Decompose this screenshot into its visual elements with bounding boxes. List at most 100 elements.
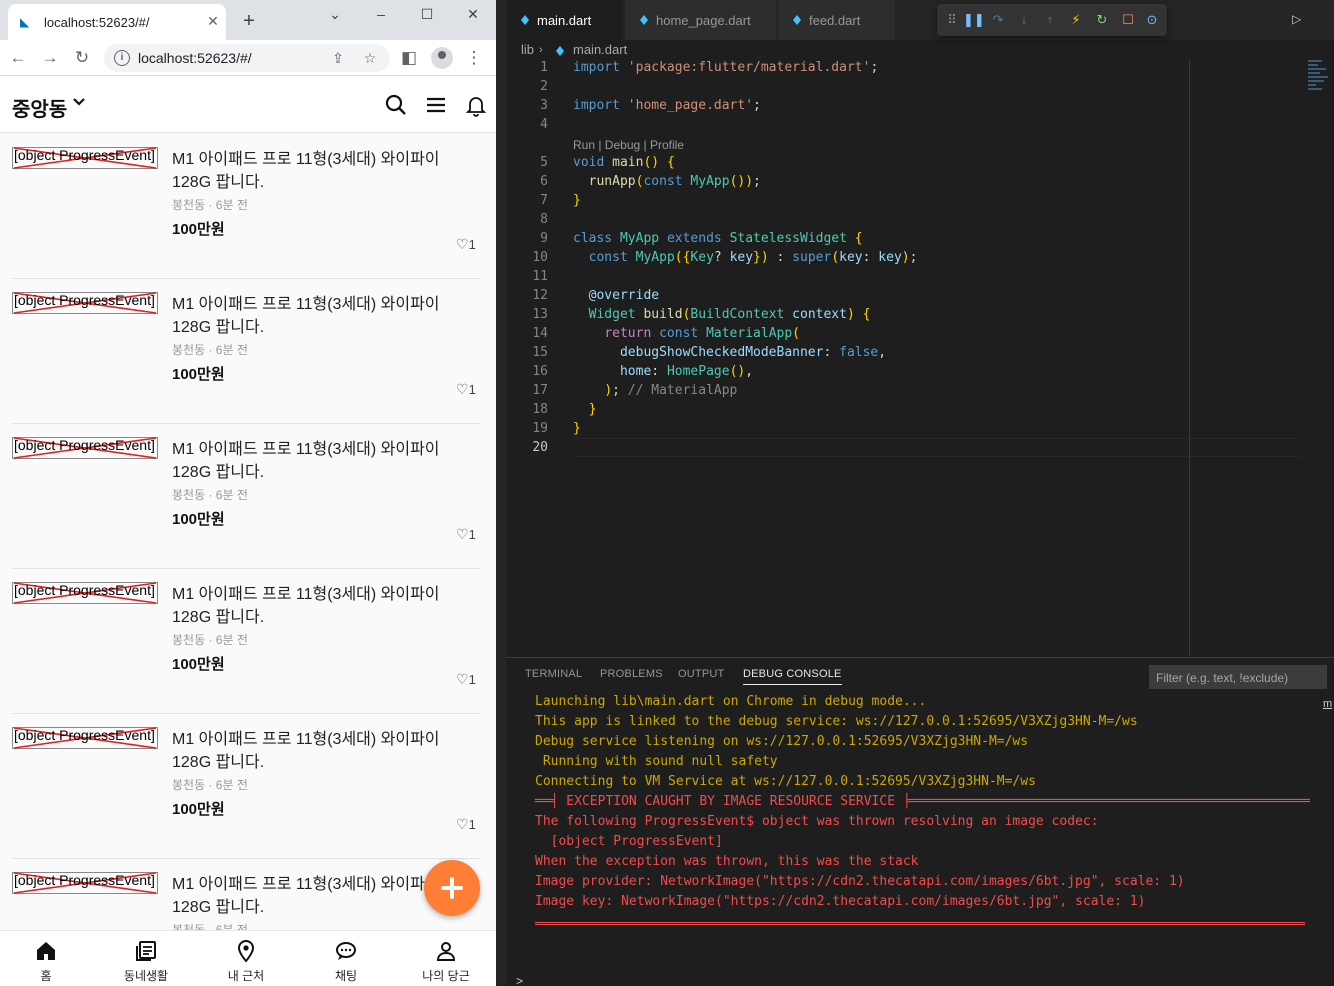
nav-label: 채팅 bbox=[334, 969, 358, 983]
url-text[interactable]: localhost:52623/#/ bbox=[138, 50, 252, 66]
code-line[interactable]: Widget build(BuildContext context) { bbox=[573, 307, 871, 322]
maximize-button[interactable]: ☐ bbox=[412, 2, 442, 26]
like-count[interactable]: ♡1 bbox=[456, 236, 476, 253]
console-prompt[interactable]: > bbox=[516, 974, 523, 986]
minimap[interactable] bbox=[1308, 60, 1330, 100]
nav-item-4[interactable]: 나의 당근 bbox=[396, 931, 496, 986]
listing-item[interactable]: [object ProgressEvent] M1 아이패드 프로 11형(3세대… bbox=[12, 279, 480, 424]
code-line[interactable]: } bbox=[573, 421, 581, 436]
code-line[interactable]: home: HomePage(), bbox=[573, 364, 753, 379]
editor-ruler bbox=[1189, 60, 1190, 656]
panel-tab-debug-console[interactable]: DEBUG CONSOLE bbox=[743, 668, 842, 685]
run-menu-icon[interactable]: ▷ bbox=[1292, 12, 1312, 30]
menu-icon[interactable] bbox=[424, 93, 448, 117]
code-line[interactable]: } bbox=[573, 193, 581, 208]
line-number: 8 bbox=[540, 212, 548, 227]
line-number: 13 bbox=[532, 307, 548, 322]
like-number: 1 bbox=[468, 237, 476, 252]
breadcrumb-folder[interactable]: lib bbox=[521, 42, 534, 57]
listing-item[interactable]: [object ProgressEvent] M1 아이패드 프로 11형(3세대… bbox=[12, 424, 480, 569]
pause-icon[interactable]: ❚❚ bbox=[963, 11, 985, 29]
like-count[interactable]: ♡1 bbox=[456, 381, 476, 398]
codelens-run-debug-profile[interactable]: Run | Debug | Profile bbox=[573, 138, 684, 152]
browser-toolbar: ← → ↻ i localhost:52623/#/ ⇪ ☆ ◧ ⋮ bbox=[0, 40, 496, 76]
breadcrumb: lib › main.dart bbox=[506, 40, 1334, 60]
hot-reload-icon[interactable]: ⚡ bbox=[1067, 11, 1085, 29]
listing-item[interactable]: [object ProgressEvent] M1 아이패드 프로 11형(3세대… bbox=[12, 714, 480, 859]
tab-feed-dart[interactable]: feed.dart bbox=[778, 0, 896, 40]
listing-title[interactable]: M1 아이패드 프로 11형(3세대) 와이파이 128G 팝니다. bbox=[172, 583, 472, 629]
nav-item-3[interactable]: 채팅 bbox=[296, 931, 396, 986]
code-line[interactable]: import 'package:flutter/material.dart'; bbox=[573, 60, 878, 75]
panel-tab-problems[interactable]: PROBLEMS bbox=[600, 668, 663, 680]
console-filter-input[interactable]: Filter (e.g. text, !exclude) bbox=[1149, 665, 1327, 689]
code-line[interactable]: import 'home_page.dart'; bbox=[573, 98, 761, 113]
console-line: Debug service listening on ws://127.0.0.… bbox=[535, 734, 1029, 749]
panel-tab-terminal[interactable]: TERMINAL bbox=[525, 668, 582, 680]
side-panel-icon[interactable]: ◧ bbox=[397, 46, 421, 70]
search-icon[interactable] bbox=[384, 93, 408, 117]
close-tab-icon[interactable]: ✕ bbox=[204, 12, 222, 30]
code-line[interactable]: ); // MaterialApp bbox=[573, 383, 737, 398]
notification-bell-icon[interactable] bbox=[464, 93, 488, 117]
line-number: 4 bbox=[540, 117, 548, 132]
stop-icon[interactable]: ☐ bbox=[1119, 11, 1137, 29]
code-line[interactable]: class MyApp extends StatelessWidget { bbox=[573, 231, 863, 246]
like-count[interactable]: ♡1 bbox=[456, 816, 476, 833]
panel-tab-output[interactable]: OUTPUT bbox=[678, 668, 724, 680]
devtools-search-icon[interactable]: ⊙ bbox=[1143, 11, 1161, 29]
line-number: 10 bbox=[532, 250, 548, 265]
like-count[interactable]: ♡1 bbox=[456, 526, 476, 543]
listing-item[interactable]: [object ProgressEvent] M1 아이패드 프로 11형(3세대… bbox=[12, 859, 480, 930]
new-tab-button[interactable]: + bbox=[238, 10, 260, 32]
reload-icon[interactable]: ↻ bbox=[70, 46, 94, 70]
tab-main-dart[interactable]: main.dart bbox=[506, 0, 624, 40]
add-listing-button[interactable] bbox=[424, 860, 480, 916]
listing-price: 100만원 bbox=[172, 366, 225, 383]
breadcrumb-file[interactable]: main.dart bbox=[573, 42, 627, 57]
tab-label: feed.dart bbox=[809, 13, 861, 28]
tab-search-icon[interactable]: ⌄ bbox=[320, 2, 350, 26]
panel-side-label[interactable]: m bbox=[1323, 698, 1332, 710]
site-info-icon[interactable]: i bbox=[114, 50, 130, 66]
restart-icon[interactable]: ↻ bbox=[1093, 11, 1111, 29]
nav-item-2[interactable]: 내 근처 bbox=[196, 931, 296, 986]
like-count[interactable]: ♡1 bbox=[456, 671, 476, 688]
drag-handle-icon[interactable]: ⠿ bbox=[943, 11, 961, 29]
listing-title[interactable]: M1 아이패드 프로 11형(3세대) 와이파이 128G 팝니다. bbox=[172, 728, 472, 774]
listing-meta: 봉천동 · 6분 전 bbox=[172, 198, 248, 212]
code-line[interactable]: runApp(const MyApp()); bbox=[573, 174, 761, 189]
step-over-icon[interactable]: ↷ bbox=[989, 11, 1007, 29]
listing-price: 100만원 bbox=[172, 221, 225, 238]
code-line[interactable]: debugShowCheckedModeBanner: false, bbox=[573, 345, 886, 360]
listing-title[interactable]: M1 아이패드 프로 11형(3세대) 와이파이 128G 팝니다. bbox=[172, 438, 472, 484]
code-line[interactable]: return const MaterialApp( bbox=[573, 326, 800, 341]
nav-item-0[interactable]: 홈 bbox=[0, 931, 96, 986]
location-title[interactable]: 중앙동 bbox=[12, 93, 67, 122]
tab-home-page-dart[interactable]: home_page.dart bbox=[625, 0, 777, 40]
code-line[interactable]: void main() { bbox=[573, 155, 675, 170]
step-into-icon[interactable]: ↓ bbox=[1015, 11, 1033, 29]
forward-icon[interactable]: → bbox=[38, 46, 62, 70]
code-line[interactable]: const MyApp({Key? key}) : super(key: key… bbox=[573, 250, 918, 265]
listing-list[interactable]: [object ProgressEvent] M1 아이패드 프로 11형(3세대… bbox=[0, 134, 496, 930]
step-out-icon[interactable]: ↑ bbox=[1041, 11, 1059, 29]
profile-avatar-icon[interactable] bbox=[431, 47, 453, 69]
back-icon[interactable]: ← bbox=[6, 46, 30, 70]
close-window-button[interactable]: ✕ bbox=[458, 2, 488, 26]
code-line[interactable]: } bbox=[573, 402, 597, 417]
code-editor[interactable]: 1 import 'package:flutter/material.dart';… bbox=[506, 60, 1334, 656]
listing-title[interactable]: M1 아이패드 프로 11형(3세대) 와이파이 128G 팝니다. bbox=[172, 148, 472, 194]
listing-item[interactable]: [object ProgressEvent] M1 아이패드 프로 11형(3세대… bbox=[12, 134, 480, 279]
listing-item[interactable]: [object ProgressEvent] M1 아이패드 프로 11형(3세대… bbox=[12, 569, 480, 714]
nav-item-1[interactable]: 동네생활 bbox=[96, 931, 196, 986]
minimize-button[interactable]: – bbox=[366, 2, 396, 26]
listing-title[interactable]: M1 아이패드 프로 11형(3세대) 와이파이 128G 팝니다. bbox=[172, 293, 472, 339]
browser-tab[interactable]: ◣ localhost:52623/#/ ✕ bbox=[8, 4, 226, 40]
bookmark-star-icon[interactable]: ☆ bbox=[360, 48, 380, 68]
share-icon[interactable]: ⇪ bbox=[328, 48, 348, 68]
address-bar[interactable]: i localhost:52623/#/ ⇪ ☆ bbox=[104, 44, 390, 72]
code-line[interactable]: @override bbox=[573, 288, 659, 303]
menu-kebab-icon[interactable]: ⋮ bbox=[462, 46, 486, 70]
chevron-down-icon[interactable] bbox=[72, 97, 86, 107]
